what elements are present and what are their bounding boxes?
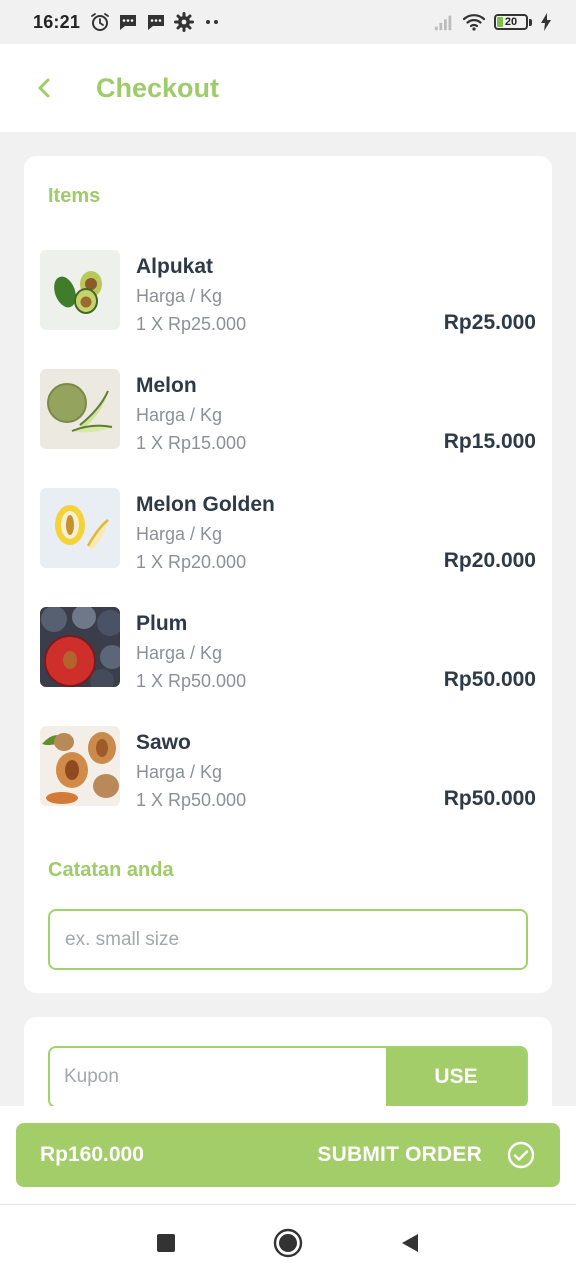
item-name: Melon Golden xyxy=(136,493,275,516)
status-time: 16:21 xyxy=(33,11,81,32)
nav-back-button[interactable] xyxy=(392,1225,428,1261)
battery-icon: 20 xyxy=(494,14,532,30)
item-unit: Harga / Kg xyxy=(136,643,223,663)
wifi-icon xyxy=(462,14,486,31)
item-unit: Harga / Kg xyxy=(136,762,223,782)
item-quantity: 1 X Rp50.000 xyxy=(136,790,247,810)
coupon-input[interactable] xyxy=(50,1048,386,1106)
list-item: Melon Golden Harga / Kg 1 X Rp20.000 Rp2… xyxy=(40,488,536,572)
item-total: Rp25.000 xyxy=(443,311,536,334)
item-name: Alpukat xyxy=(136,255,214,278)
list-item: Alpukat Harga / Kg 1 X Rp25.000 Rp25.000 xyxy=(40,250,536,334)
list-item: Plum Harga / Kg 1 X Rp50.000 Rp50.000 xyxy=(40,607,536,691)
status-icons-right: 20 xyxy=(434,12,552,32)
item-unit: Harga / Kg xyxy=(136,524,223,544)
message-icon xyxy=(148,15,165,30)
melon-image xyxy=(40,369,120,449)
use-coupon-button[interactable]: USE xyxy=(386,1048,526,1106)
charging-bolt-icon xyxy=(541,13,551,31)
item-name: Sawo xyxy=(136,731,191,754)
app-header: Checkout xyxy=(0,44,576,132)
sapodilla-image xyxy=(40,726,120,806)
order-total: Rp160.000 xyxy=(40,1143,144,1166)
item-quantity: 1 X Rp15.000 xyxy=(136,433,247,453)
list-item: Sawo Harga / Kg 1 X Rp50.000 Rp50.000 xyxy=(40,726,536,810)
plum-image xyxy=(40,607,120,687)
submit-order-label: SUBMIT ORDER xyxy=(317,1143,482,1166)
more-dots-icon xyxy=(206,20,219,24)
item-quantity: 1 X Rp20.000 xyxy=(136,552,247,572)
item-name: Melon xyxy=(136,374,197,397)
item-total: Rp20.000 xyxy=(443,549,536,572)
check-circle-icon xyxy=(507,1141,535,1169)
back-button[interactable] xyxy=(25,68,65,108)
items-card: Items Alpukat Harga / Kg 1 X Rp25.000 Rp… xyxy=(24,156,552,993)
item-quantity: 1 X Rp50.000 xyxy=(136,671,247,691)
alarm-icon xyxy=(91,13,109,31)
item-total: Rp50.000 xyxy=(443,787,536,810)
chevron-left-icon xyxy=(38,78,50,98)
message-icon xyxy=(120,15,137,30)
avocado-image xyxy=(40,250,120,330)
item-total: Rp15.000 xyxy=(443,430,536,453)
status-bar: 16:21 20 xyxy=(0,0,576,44)
golden-melon-image xyxy=(40,488,120,568)
notes-title: Catatan anda xyxy=(48,859,174,881)
item-quantity: 1 X Rp25.000 xyxy=(136,314,247,334)
circle-home-icon xyxy=(273,1228,303,1257)
triangle-back-icon xyxy=(402,1233,418,1252)
system-nav-bar xyxy=(0,1204,576,1280)
item-unit: Harga / Kg xyxy=(136,405,223,425)
page-title: Checkout xyxy=(96,72,220,103)
settings-gear-icon xyxy=(174,12,195,32)
nav-home-button[interactable] xyxy=(270,1225,306,1261)
item-unit: Harga / Kg xyxy=(136,286,223,306)
status-icons-left xyxy=(90,12,222,32)
submit-order-button[interactable]: Rp160.000 SUBMIT ORDER xyxy=(16,1123,560,1187)
signal-icon xyxy=(434,15,452,31)
nav-recents-button[interactable] xyxy=(148,1225,184,1261)
items-section-title: Items xyxy=(48,185,101,207)
notes-input[interactable] xyxy=(48,909,528,970)
list-item: Melon Harga / Kg 1 X Rp15.000 Rp15.000 xyxy=(40,369,536,453)
battery-level: 20 xyxy=(504,16,518,28)
coupon-box: USE xyxy=(48,1046,528,1108)
square-recents-icon xyxy=(157,1233,175,1252)
item-name: Plum xyxy=(136,612,188,635)
item-total: Rp50.000 xyxy=(443,668,536,691)
